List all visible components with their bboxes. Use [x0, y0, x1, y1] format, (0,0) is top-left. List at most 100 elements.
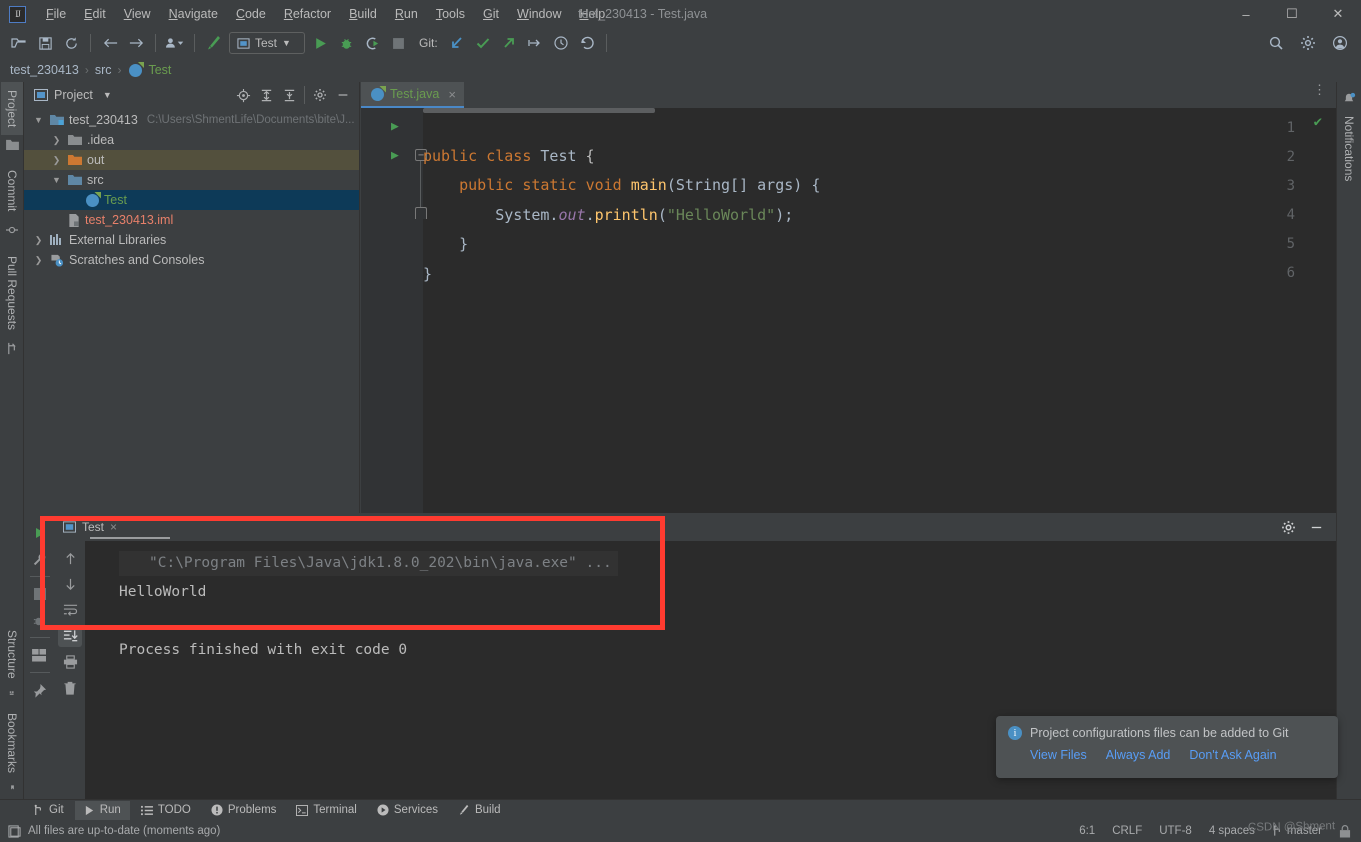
- run-tab-test[interactable]: Test ×: [55, 515, 127, 539]
- sync-icon[interactable]: [58, 31, 84, 55]
- menu-item-navigate[interactable]: Navigate: [160, 4, 227, 24]
- git-history-icon[interactable]: [548, 31, 574, 55]
- tool-window-build[interactable]: Build: [449, 801, 510, 820]
- dont-ask-again-link[interactable]: Don't Ask Again: [1189, 748, 1276, 762]
- chevron-right-icon[interactable]: ❯: [32, 235, 45, 246]
- save-icon[interactable]: [32, 31, 58, 55]
- git-branch-icon[interactable]: [522, 31, 548, 55]
- tool-window-git[interactable]: Git: [24, 801, 73, 820]
- stop-icon[interactable]: [28, 582, 52, 606]
- maximize-button[interactable]: ☐: [1269, 0, 1315, 28]
- expand-all-icon[interactable]: [256, 85, 276, 105]
- close-icon[interactable]: ×: [448, 87, 456, 102]
- view-files-link[interactable]: View Files: [1030, 748, 1087, 762]
- scroll-up-icon[interactable]: [58, 547, 82, 569]
- chevron-down-icon[interactable]: ▼: [32, 115, 45, 125]
- sidebar-item-notifications[interactable]: Notifications: [1338, 108, 1360, 189]
- run-icon[interactable]: [307, 31, 333, 55]
- hide-panel-icon[interactable]: [333, 85, 353, 105]
- layout-icon[interactable]: [28, 643, 52, 667]
- debug-icon[interactable]: [333, 31, 359, 55]
- editor-gutter[interactable]: [361, 108, 423, 513]
- locate-target-icon[interactable]: [233, 85, 253, 105]
- caret-position[interactable]: 6:1: [1079, 825, 1095, 837]
- stop-icon[interactable]: [385, 31, 411, 55]
- read-only-icon[interactable]: [1339, 824, 1351, 838]
- chevron-right-icon[interactable]: ❯: [50, 155, 63, 166]
- soft-wrap-icon[interactable]: [58, 599, 82, 621]
- gutter-run-icon[interactable]: ▶: [391, 119, 399, 134]
- collapse-all-icon[interactable]: [279, 85, 299, 105]
- trash-icon[interactable]: [58, 677, 82, 699]
- settings-gear-icon[interactable]: [1295, 31, 1321, 55]
- tree-row[interactable]: Test: [24, 190, 359, 210]
- chevron-right-icon[interactable]: ❯: [32, 255, 45, 266]
- menu-item-run[interactable]: Run: [386, 4, 427, 24]
- menu-item-edit[interactable]: Edit: [75, 4, 115, 24]
- git-branch-widget[interactable]: master: [1272, 825, 1322, 837]
- git-push-icon[interactable]: [496, 31, 522, 55]
- scroll-to-end-icon[interactable]: [58, 625, 82, 647]
- tree-row[interactable]: ❯ .idea: [24, 130, 359, 150]
- wrench-icon[interactable]: [28, 547, 52, 571]
- sidebar-item-structure[interactable]: Structure: [1, 622, 23, 687]
- settings-gear-icon[interactable]: [310, 85, 330, 105]
- chevron-down-icon[interactable]: ▼: [50, 175, 63, 185]
- breadcrumb-item-src[interactable]: src: [95, 63, 112, 77]
- git-commit-icon[interactable]: [470, 31, 496, 55]
- git-update-icon[interactable]: [444, 31, 470, 55]
- menu-item-refactor[interactable]: Refactor: [275, 4, 340, 24]
- tree-row[interactable]: ▼ test_230413 C:\Users\ShmentLife\Docume…: [24, 110, 359, 130]
- file-encoding[interactable]: UTF-8: [1159, 825, 1192, 837]
- chevron-down-icon[interactable]: ▼: [282, 38, 291, 48]
- sidebar-item-project[interactable]: Project: [1, 82, 23, 136]
- chevron-right-icon[interactable]: ❯: [50, 135, 63, 146]
- sidebar-item-pull-requests[interactable]: Pull Requests: [1, 248, 23, 338]
- menu-item-view[interactable]: View: [115, 4, 160, 24]
- tool-window-terminal[interactable]: Terminal: [287, 801, 365, 820]
- editor-options-menu-icon[interactable]: ⋮: [1313, 83, 1326, 96]
- menu-item-code[interactable]: Code: [227, 4, 275, 24]
- sidebar-item-bookmarks[interactable]: Bookmarks: [1, 705, 23, 781]
- run-configuration-selector[interactable]: Test ▼: [229, 32, 305, 54]
- breadcrumb-item-project[interactable]: test_230413: [10, 63, 79, 77]
- line-separator[interactable]: CRLF: [1112, 825, 1142, 837]
- git-rollback-icon[interactable]: [574, 31, 600, 55]
- tree-row[interactable]: ❯ out: [24, 150, 359, 170]
- open-folder-icon[interactable]: [6, 31, 32, 55]
- close-icon[interactable]: ×: [110, 520, 117, 534]
- back-arrow-icon[interactable]: [97, 31, 123, 55]
- run-coverage-icon[interactable]: [359, 31, 385, 55]
- notifications-bell-icon[interactable]: [1342, 92, 1356, 106]
- build-hammer-icon[interactable]: [201, 31, 227, 55]
- minimize-button[interactable]: –: [1223, 0, 1269, 28]
- settings-gear-icon[interactable]: [1278, 517, 1298, 537]
- menu-item-tools[interactable]: Tools: [427, 4, 474, 24]
- inspection-status-icon[interactable]: ✔: [1314, 114, 1322, 130]
- print-icon[interactable]: [58, 651, 82, 673]
- scroll-down-icon[interactable]: [58, 573, 82, 595]
- debug-rerun-icon[interactable]: [28, 608, 52, 632]
- tool-window-run[interactable]: Run: [74, 800, 130, 820]
- forward-arrow-icon[interactable]: [123, 31, 149, 55]
- tree-row[interactable]: ❯ External Libraries: [24, 230, 359, 250]
- chevron-down-icon[interactable]: ▼: [103, 90, 112, 100]
- tool-window-todo[interactable]: TODO: [132, 801, 200, 820]
- code-editor[interactable]: 1 2 3 4 5 6 ▶ ▶ − public class Test { pu…: [361, 108, 1336, 513]
- menu-item-file[interactable]: FFileile: [37, 4, 75, 24]
- user-dropdown-icon[interactable]: [162, 31, 188, 55]
- indent-setting[interactable]: 4 spaces: [1209, 825, 1255, 837]
- code-text[interactable]: public class Test { public static void m…: [423, 108, 1336, 319]
- menu-item-build[interactable]: Build: [340, 4, 386, 24]
- account-avatar-icon[interactable]: [1327, 31, 1353, 55]
- breadcrumb-item-class[interactable]: Test: [148, 63, 171, 77]
- gutter-run-icon[interactable]: ▶: [391, 148, 399, 163]
- rerun-icon[interactable]: [28, 521, 52, 545]
- tool-window-problems[interactable]: Problems: [202, 801, 286, 820]
- search-icon[interactable]: [1263, 31, 1289, 55]
- hide-panel-icon[interactable]: [1306, 517, 1326, 537]
- always-add-link[interactable]: Always Add: [1106, 748, 1171, 762]
- close-button[interactable]: ✕: [1315, 0, 1361, 28]
- pin-icon[interactable]: [28, 678, 52, 702]
- menu-item-window[interactable]: Window: [508, 4, 570, 24]
